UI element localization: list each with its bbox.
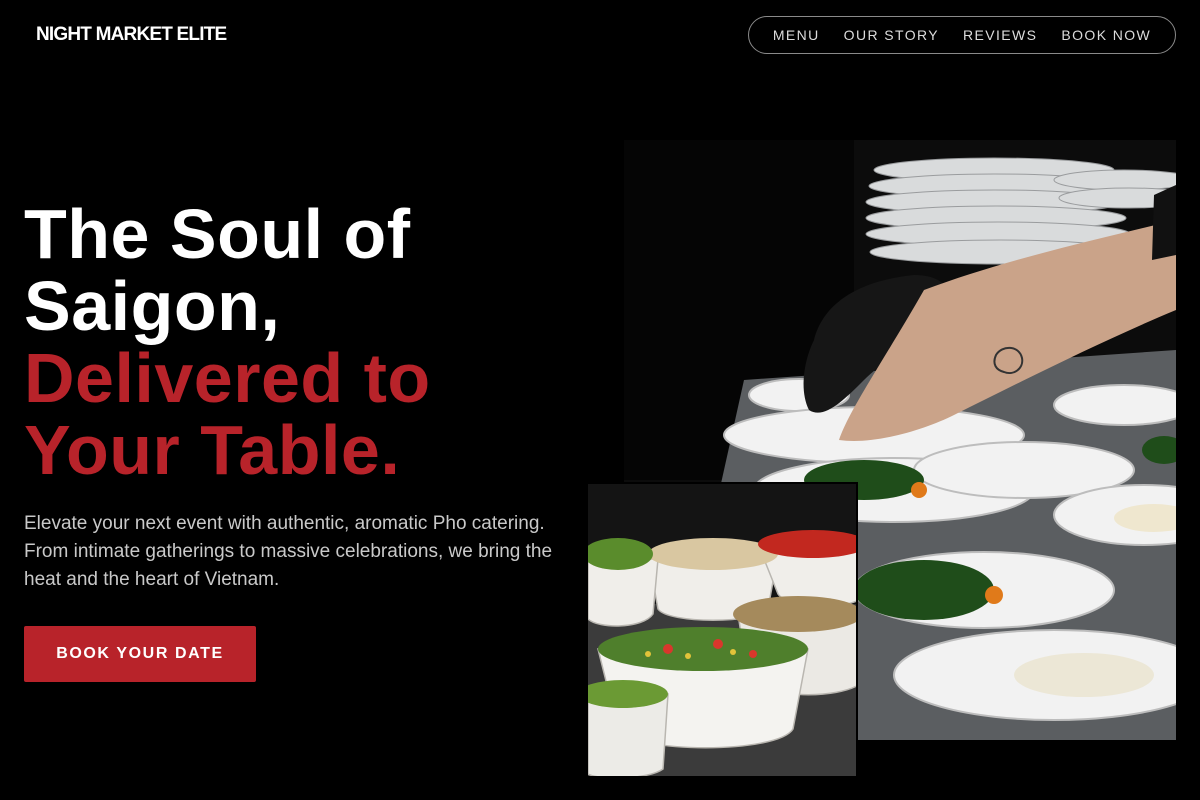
hero-title-accent-line-2: Your Table. — [24, 411, 401, 489]
site-header: NIGHT MARKET ELITE MENU OUR STORY REVIEW… — [0, 0, 1200, 70]
salad-bowls-illustration — [588, 484, 856, 776]
main-nav: MENU OUR STORY REVIEWS BOOK NOW — [748, 16, 1176, 54]
nav-item-reviews[interactable]: REVIEWS — [951, 16, 1049, 54]
hero-title-line-2: Saigon, — [24, 267, 281, 345]
hero-title-accent-line-1: Delivered to — [24, 339, 431, 417]
book-your-date-button[interactable]: BOOK YOUR DATE — [24, 626, 256, 682]
brand-logo[interactable]: NIGHT MARKET ELITE — [36, 24, 227, 46]
nav-item-menu[interactable]: MENU — [761, 16, 832, 54]
nav-item-our-story[interactable]: OUR STORY — [832, 16, 951, 54]
salad-bowls-photo — [586, 482, 858, 778]
hero-title-line-1: The Soul of — [24, 195, 411, 273]
hero-description: Elevate your next event with authentic, … — [24, 513, 553, 590]
nav-item-book-now[interactable]: BOOK NOW — [1049, 16, 1163, 54]
hero-title: The Soul of Saigon, Delivered to Your Ta… — [24, 198, 584, 486]
